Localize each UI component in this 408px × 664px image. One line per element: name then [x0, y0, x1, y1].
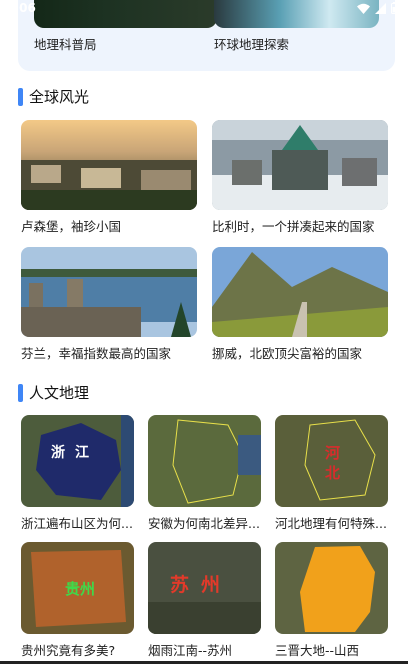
section-title: 人文地理 — [29, 384, 90, 402]
geo-card-shanxi[interactable]: 三晋大地--山西 — [275, 542, 388, 659]
thumb-belgium — [212, 120, 388, 210]
signal-icon — [375, 2, 386, 14]
geo-card-guizhou[interactable]: 贵州 贵州究竟有多美? — [21, 542, 134, 659]
scenery-card-norway[interactable]: 挪威，北欧顶尖富裕的国家 — [212, 247, 388, 362]
scenery-card-luxembourg[interactable]: 卢森堡，袖珍小国 — [21, 120, 197, 235]
status-time: 9:06 — [6, 1, 36, 15]
status-bar: 9:06 — [0, 0, 408, 18]
section-header-human-geography: 人文地理 — [18, 382, 89, 403]
geo-card-hebei[interactable]: 河北 河北地理有何特殊... — [275, 415, 388, 532]
caption-zhejiang: 浙江遍布山区为何... — [21, 516, 133, 531]
scenery-card-finland[interactable]: 芬兰，幸福指数最高的国家 — [21, 247, 197, 362]
thumb-luxembourg — [21, 120, 197, 210]
thumb-finland — [21, 247, 197, 337]
caption-guizhou: 贵州究竟有多美? — [21, 643, 116, 658]
map-label-guizhou: 贵州 — [65, 580, 96, 598]
map-label-suzhou: 苏州 — [170, 574, 233, 596]
geo-card-suzhou[interactable]: 苏州 烟雨江南--苏州 — [148, 542, 261, 659]
caption-suzhou: 烟雨江南--苏州 — [148, 643, 233, 658]
thumb-zhejiang-map: 浙江 — [21, 415, 134, 507]
caption-belgium: 比利时，一个拼凑起来的国家 — [212, 219, 375, 234]
caption-hebei: 河北地理有何特殊... — [275, 516, 387, 531]
map-label-hebei: 河北 — [325, 444, 341, 482]
caption-shanxi: 三晋大地--山西 — [275, 643, 360, 658]
section-accent-bar — [18, 87, 23, 106]
thumb-guizhou-map: 贵州 — [21, 542, 134, 634]
status-icons — [357, 2, 398, 14]
section-accent-bar — [18, 383, 23, 402]
wifi-icon — [357, 3, 370, 14]
thumb-anhui-map — [148, 415, 261, 507]
caption-luxembourg: 卢森堡，袖珍小国 — [21, 219, 122, 234]
top-label-global-explore[interactable]: 环球地理探索 — [214, 34, 289, 53]
caption-finland: 芬兰，幸福指数最高的国家 — [21, 346, 172, 361]
geo-card-anhui[interactable]: 安徽为何南北差异... — [148, 415, 261, 532]
caption-anhui: 安徽为何南北差异... — [148, 516, 260, 531]
map-label-zhejiang: 浙江 — [51, 445, 99, 461]
top-label-geo-science[interactable]: 地理科普局 — [34, 34, 97, 53]
thumb-suzhou-map: 苏州 — [148, 542, 261, 634]
section-title: 全球风光 — [29, 88, 90, 106]
thumb-hebei-map: 河北 — [275, 415, 388, 507]
geo-card-zhejiang[interactable]: 浙江 浙江遍布山区为何... — [21, 415, 134, 532]
scenery-card-belgium[interactable]: 比利时，一个拼凑起来的国家 — [212, 120, 388, 235]
battery-icon — [391, 2, 398, 14]
thumb-shanxi-map — [275, 542, 388, 634]
section-header-scenery: 全球风光 — [18, 86, 89, 107]
caption-norway: 挪威，北欧顶尖富裕的国家 — [212, 346, 363, 361]
thumb-norway — [212, 247, 388, 337]
